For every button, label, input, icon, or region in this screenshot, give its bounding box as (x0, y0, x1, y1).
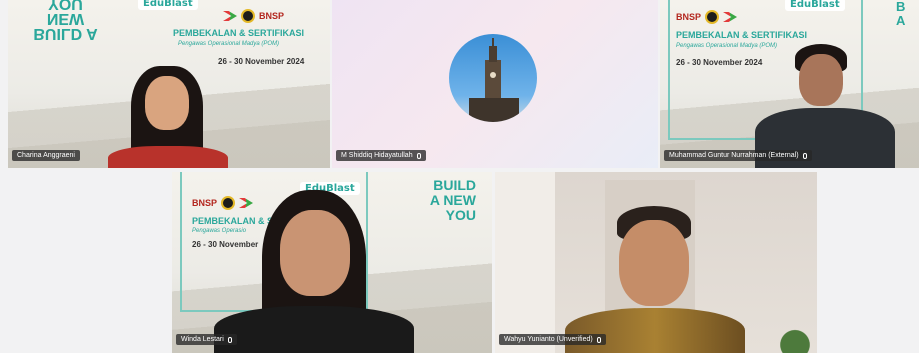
participant-name-label: Winda Lestari (176, 334, 237, 345)
participant-video (214, 190, 414, 353)
participant-video (103, 62, 233, 168)
banner-dates: 26 - 30 November 2024 (676, 58, 763, 67)
mic-icon (416, 152, 421, 159)
bnsp-logo: BNSP (676, 12, 702, 22)
video-tile-charina[interactable]: BUILD A NEW YOU EduBlast BNSP PEMBEKALAN… (8, 0, 330, 168)
banner-title: PEMBEKALAN & SERTIFIKASI (676, 30, 808, 40)
edublast-logo: EduBlast (785, 0, 845, 11)
bnsp-logo: BNSP (259, 11, 285, 21)
video-tile-winda[interactable]: BNSP EduBlast PEMBEKALAN & S Pengawas Op… (172, 172, 492, 353)
banner-headline-mirrored: BUILD A NEW YOU (33, 0, 98, 42)
banner-title: PEMBEKALAN & SERTIFIKASI (173, 28, 305, 38)
mic-icon (227, 336, 232, 343)
video-tile-guntur[interactable]: BNSP EduBlast B A PEMBEKALAN & SERTIFIKA… (660, 0, 919, 168)
participant-name-label: M Shiddiq Hidayatullah (336, 150, 426, 161)
mic-icon (802, 152, 807, 159)
room-wall (495, 172, 555, 353)
participant-name-label: Muhammad Guntur Nurrahman (External) (664, 150, 812, 161)
banner-subtitle: Pengawas Operasional Madya (POM) (178, 41, 280, 47)
banner-headline-partial: B A (896, 0, 906, 28)
banner-headline: BUILD A NEW YOU (429, 177, 476, 223)
tower-avatar-icon (449, 34, 537, 122)
sponsor-logos: BNSP (676, 10, 738, 24)
sponsor-logos: BNSP (223, 9, 284, 23)
video-tile-wahyu[interactable]: Wahyu Yunianto (Unverified) (495, 172, 817, 353)
participant-name-label: Wahyu Yunianto (Unverified) (499, 334, 606, 345)
participant-video (555, 206, 755, 353)
arrow-logo-icon (223, 11, 237, 21)
video-grid: BUILD A NEW YOU EduBlast BNSP PEMBEKALAN… (0, 0, 919, 353)
arrow-logo-icon (723, 12, 738, 22)
edublast-logo: EduBlast (138, 0, 198, 10)
emblem-logo-icon (705, 10, 720, 24)
video-tile-shiddiq[interactable]: M Shiddiq Hidayatullah (332, 0, 658, 168)
plant (780, 312, 810, 353)
participant-name-label: Charina Anggraeni (12, 150, 80, 161)
emblem-logo-icon (241, 9, 255, 23)
mic-icon (596, 336, 601, 343)
